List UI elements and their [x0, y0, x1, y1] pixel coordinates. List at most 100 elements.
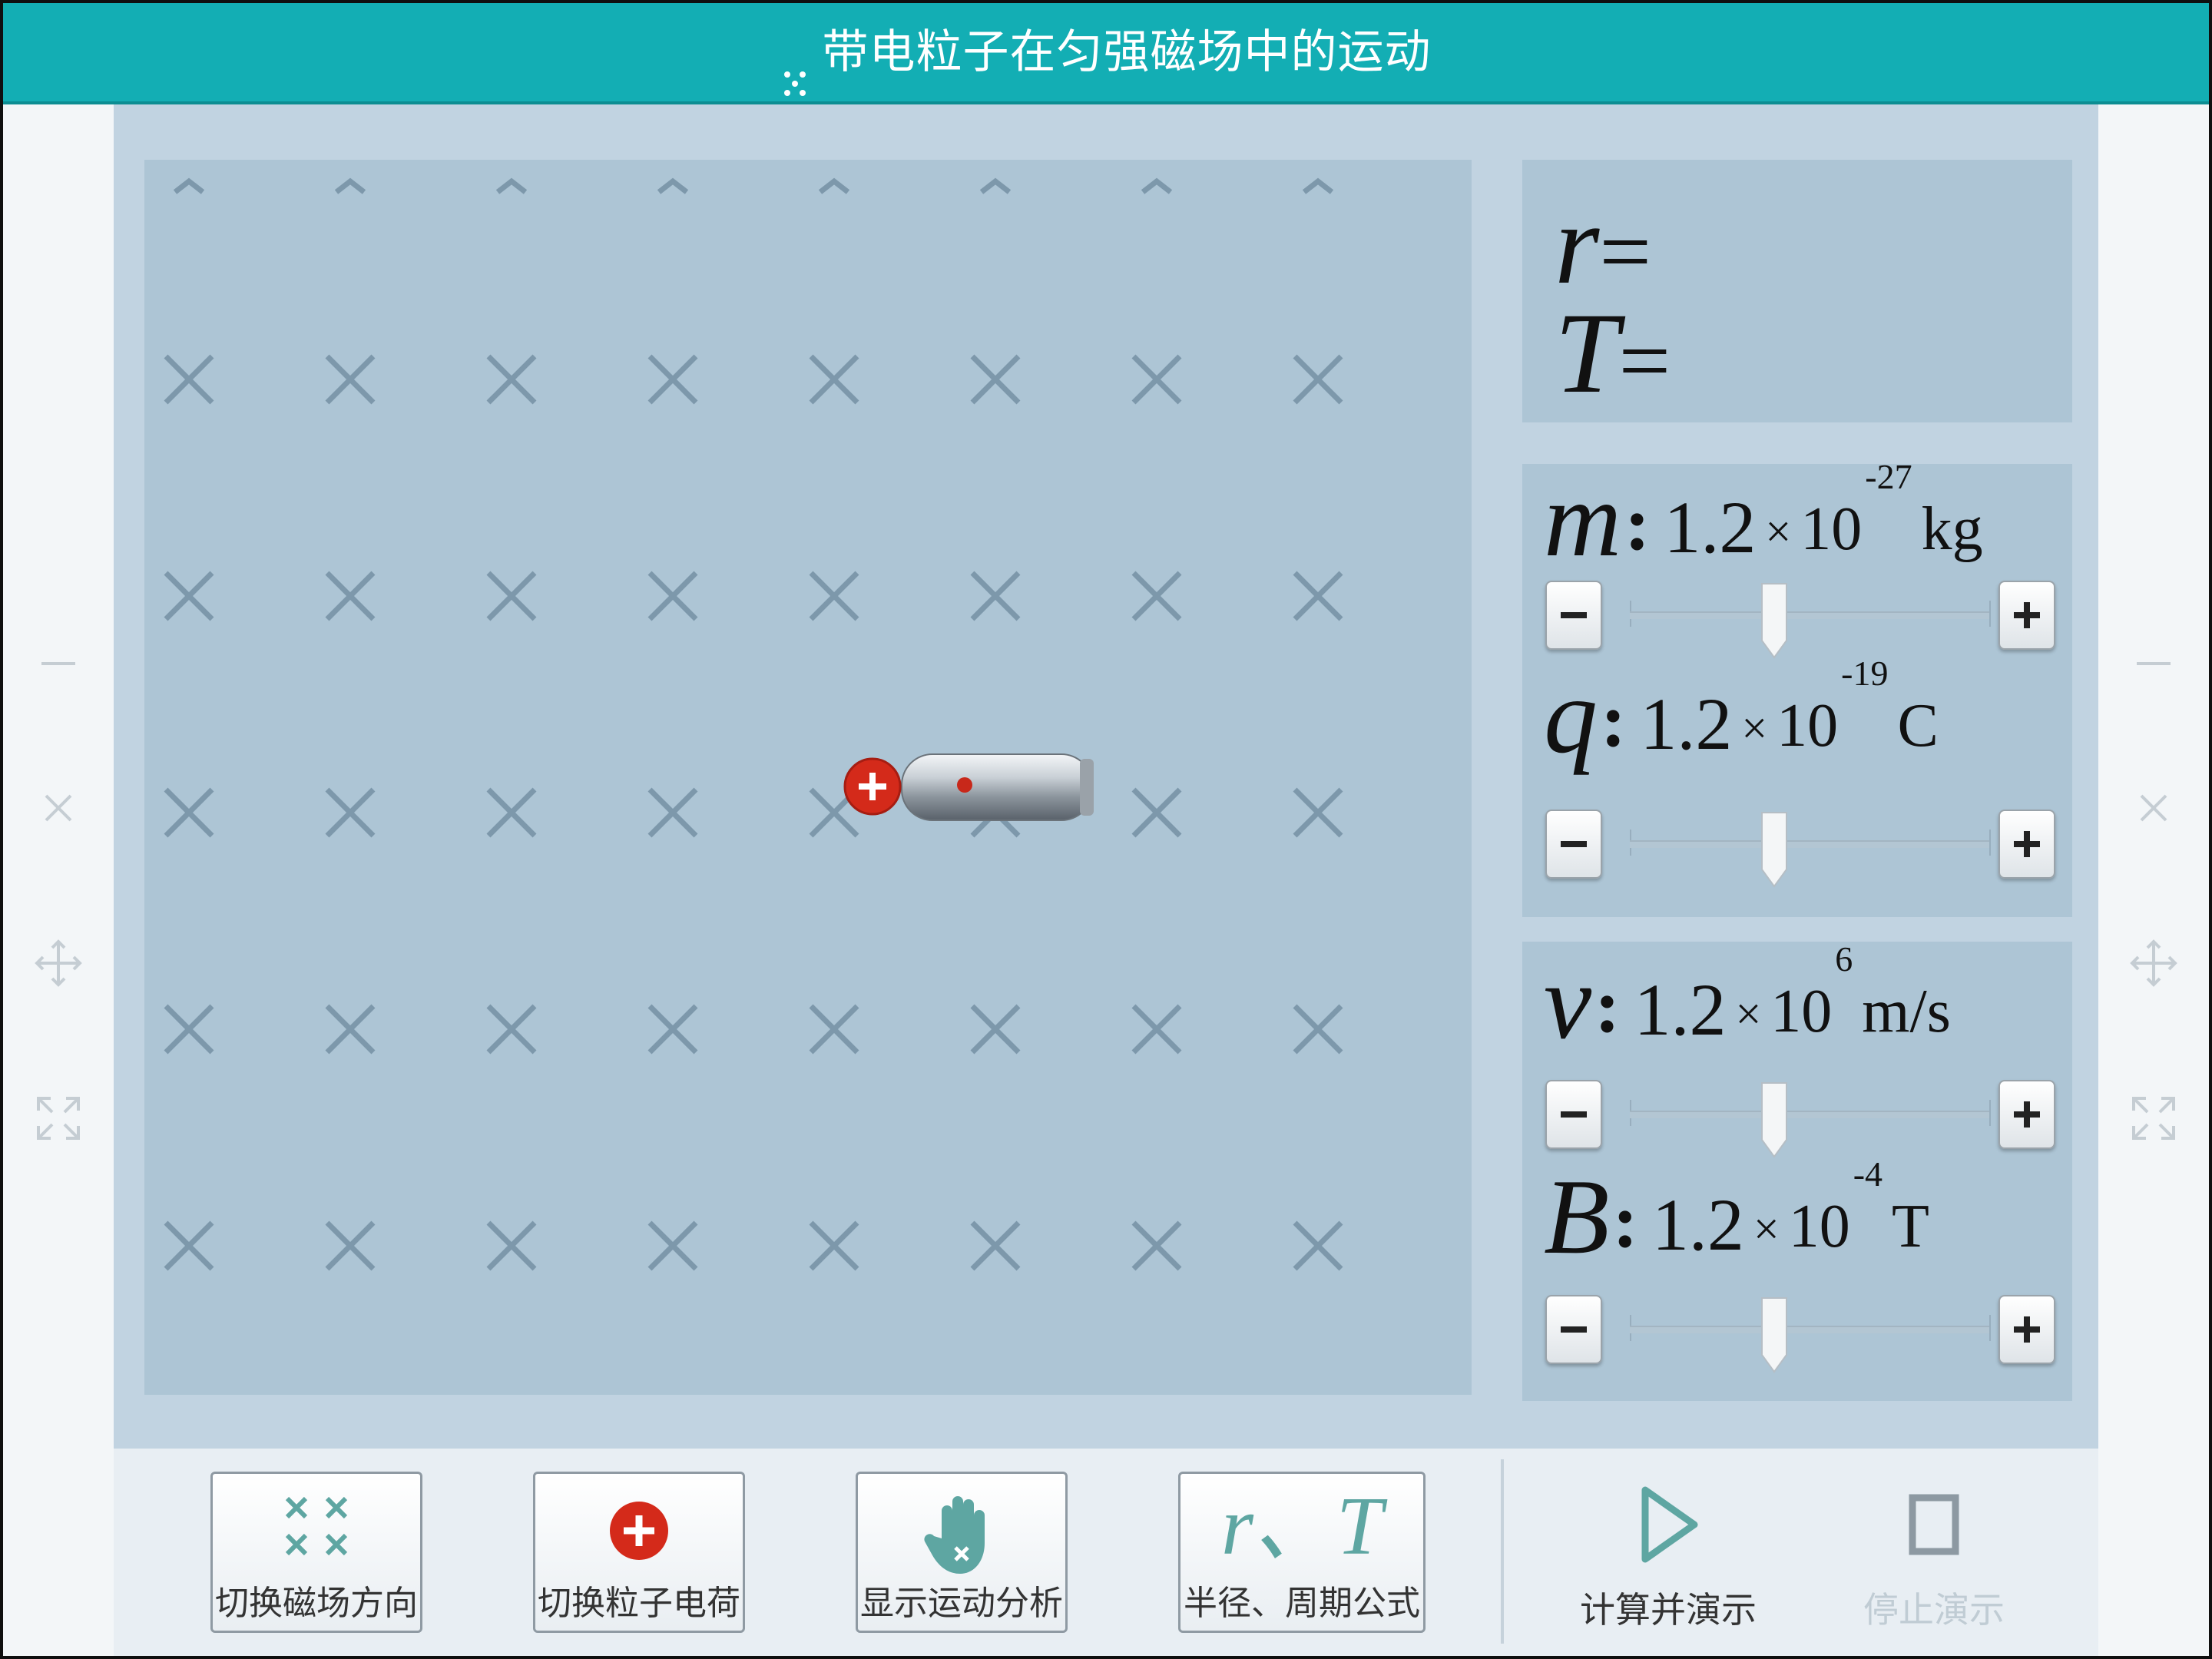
field-mark-partial	[979, 177, 1012, 194]
field-mark	[1293, 1220, 1343, 1271]
charge-icon	[535, 1485, 743, 1577]
positive-charge-icon	[843, 757, 902, 816]
field-mark	[647, 787, 698, 838]
field-mark-partial	[1302, 177, 1334, 194]
mass-slider-track[interactable]	[1630, 611, 1991, 619]
close-icon[interactable]	[2126, 780, 2181, 836]
field-mark	[164, 787, 214, 838]
field-mark	[486, 1220, 537, 1271]
right-window-controls	[2098, 104, 2209, 1656]
slider-track-end	[1989, 601, 1991, 627]
slider-track-end	[1989, 830, 1991, 856]
velocity-decrease-button[interactable]	[1545, 1080, 1602, 1149]
velocity-slider[interactable]	[1545, 1080, 2055, 1158]
field-mark	[164, 354, 214, 405]
field-mark	[1131, 354, 1182, 405]
title-container: 带电粒子在匀强磁场中的运动	[3, 3, 2209, 101]
bottom-toolbar: 切换磁场方向 切换粒子电荷 显示运动分析 r、T 半径、周期公式 计算并演示 停…	[114, 1449, 2098, 1656]
fullscreen-icon[interactable]	[2126, 1091, 2181, 1146]
field-mark-partial	[495, 177, 528, 194]
field-canvas	[164, 177, 1343, 1271]
period-result: T=	[1555, 290, 1671, 417]
field-mark	[1293, 571, 1343, 621]
mass-decrease-button[interactable]	[1545, 581, 1602, 650]
mass-slider-thumb[interactable]	[1757, 581, 1791, 661]
mass-slider[interactable]	[1545, 581, 2055, 659]
mass-charge-panel: m: 1.2 × 10-27kg q: 1.2 × 10-19C	[1522, 457, 2072, 917]
field-mark	[1293, 787, 1343, 838]
mass-readout: m: 1.2 × 10-27kg	[1544, 457, 1983, 579]
fullscreen-icon[interactable]	[31, 1091, 86, 1146]
velocity-increase-button[interactable]	[1998, 1080, 2055, 1149]
field-mark	[1131, 787, 1182, 838]
show-motion-analysis-button[interactable]: 显示运动分析	[856, 1472, 1068, 1633]
field-mark	[647, 571, 698, 621]
field-decrease-button[interactable]	[1545, 1295, 1602, 1364]
drag-grip-icon[interactable]	[781, 35, 812, 97]
title-bar: 带电粒子在匀强磁场中的运动	[3, 3, 2209, 104]
field-mark	[486, 354, 537, 405]
stop-demo-button[interactable]: 停止演示	[1842, 1472, 2026, 1633]
velocity-slider-track[interactable]	[1630, 1111, 1991, 1118]
play-icon	[1641, 1486, 1698, 1563]
minimize-icon[interactable]	[2126, 636, 2181, 691]
move-icon[interactable]	[31, 935, 86, 991]
field-mark	[809, 1004, 859, 1055]
toggle-field-direction-button[interactable]: 切换磁场方向	[210, 1472, 422, 1633]
velocity-slider-thumb[interactable]	[1757, 1080, 1791, 1160]
charge-increase-button[interactable]	[1998, 810, 2055, 879]
field-mark	[1131, 571, 1182, 621]
charge-decrease-button[interactable]	[1545, 810, 1602, 879]
field-mark	[809, 571, 859, 621]
field-mark-partial	[818, 177, 850, 194]
field-mark	[486, 571, 537, 621]
field-mark	[647, 354, 698, 405]
field-mark	[164, 1220, 214, 1271]
mass-increase-button[interactable]	[1998, 581, 2055, 650]
field-slider-thumb[interactable]	[1757, 1295, 1791, 1375]
simulation-area: r= T= m: 1.2 × 10-27kg q: 1.2 × 10-19C v…	[114, 104, 2098, 1449]
stop-icon	[1909, 1494, 1959, 1555]
slider-track-end	[1989, 1315, 1991, 1341]
formula-icon: r、T	[1220, 1481, 1383, 1572]
field-mark	[1293, 354, 1343, 405]
field-direction-icon	[213, 1485, 420, 1577]
charge-slider[interactable]	[1545, 810, 2055, 888]
hand-icon	[858, 1485, 1065, 1577]
field-mark	[1293, 1004, 1343, 1055]
field-mark	[809, 1220, 859, 1271]
field-mark	[486, 787, 537, 838]
field-mark	[1131, 1220, 1182, 1271]
field-mark	[970, 354, 1021, 405]
minimize-icon[interactable]	[31, 636, 86, 691]
page-title: 带电粒子在匀强磁场中的运动	[822, 25, 1432, 79]
velocity-field-panel: v: 1.2 × 106m/s B: 1.2 × 10-4T	[1522, 939, 2072, 1401]
field-slider-track[interactable]	[1630, 1326, 1991, 1333]
toggle-particle-charge-button[interactable]: 切换粒子电荷	[533, 1472, 745, 1633]
field-increase-button[interactable]	[1998, 1295, 2055, 1364]
run-demo-button[interactable]: 计算并演示	[1576, 1472, 1760, 1633]
field-mark	[325, 1220, 376, 1271]
close-icon[interactable]	[31, 780, 86, 836]
field-mark-partial	[657, 177, 689, 194]
move-icon[interactable]	[2126, 935, 2181, 991]
field-mark	[164, 1004, 214, 1055]
field-mark	[325, 354, 376, 405]
magnetic-field-region	[144, 160, 1472, 1395]
field-strength-readout: B: 1.2 × 10-4T	[1544, 1154, 1929, 1277]
result-panel: r= T=	[1522, 160, 2072, 422]
velocity-readout: v: 1.2 × 106m/s	[1544, 939, 1951, 1061]
toolbar-divider	[1501, 1459, 1504, 1644]
field-mark	[647, 1220, 698, 1271]
charge-readout: q: 1.2 × 10-19C	[1544, 654, 1939, 776]
field-mark	[1131, 1004, 1182, 1055]
charge-slider-track[interactable]	[1630, 840, 1991, 848]
charge-slider-thumb[interactable]	[1757, 810, 1791, 889]
radius-period-formula-button[interactable]: r、T 半径、周期公式	[1178, 1472, 1426, 1633]
slider-track-end	[1989, 1100, 1991, 1126]
field-mark	[970, 1220, 1021, 1271]
field-mark	[647, 1004, 698, 1055]
field-mark	[164, 571, 214, 621]
field-mark-partial	[1141, 177, 1173, 194]
field-strength-slider[interactable]	[1545, 1295, 2055, 1373]
